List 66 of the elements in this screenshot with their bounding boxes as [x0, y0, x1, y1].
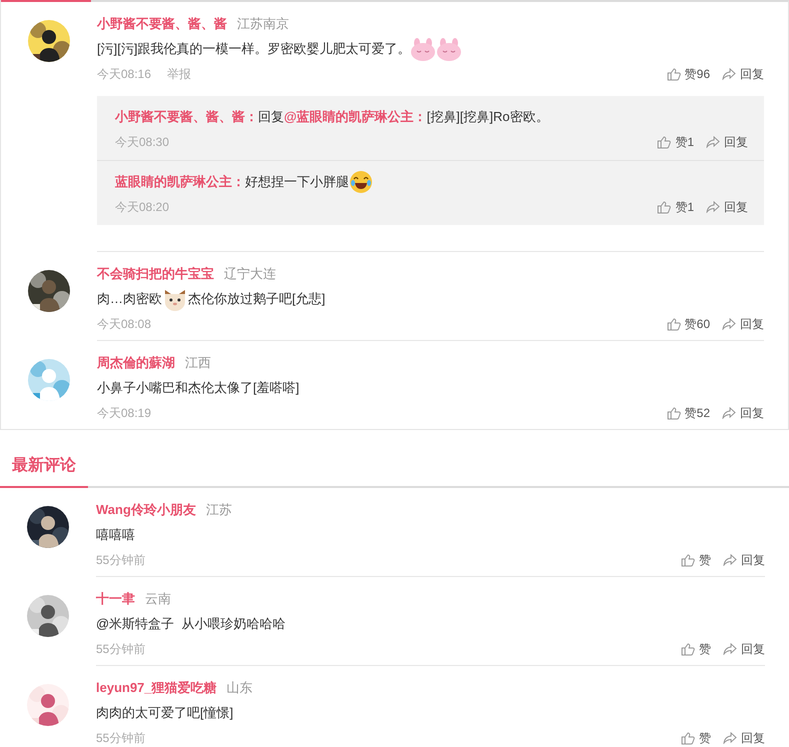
- comment-text: [挖鼻][挖鼻]Ro密欧。: [426, 108, 549, 126]
- share-arrow-icon: [722, 68, 736, 80]
- rabbit-face-icon: [436, 37, 462, 61]
- username-link[interactable]: Wang伶玲小朋友: [96, 498, 196, 522]
- share-arrow-icon: [723, 554, 737, 566]
- thumbs-up-icon: [657, 136, 672, 148]
- like-button[interactable]: 赞96: [666, 66, 710, 82]
- reply-button[interactable]: 回复: [723, 552, 765, 568]
- like-button[interactable]: 赞: [681, 640, 711, 658]
- comment-time: 今天08:20: [115, 198, 170, 216]
- rabbit-face-icon: [410, 37, 436, 61]
- location-label: 江西: [185, 354, 211, 372]
- comment-time: 55分钟前: [96, 730, 146, 746]
- reply-button[interactable]: 回复: [722, 404, 764, 422]
- like-button[interactable]: 赞1: [657, 198, 694, 216]
- location-label: 江苏: [206, 501, 232, 519]
- share-arrow-icon: [706, 136, 720, 148]
- comment-text: 小鼻子小嘴巴和杰伦太像了[羞嗒嗒]: [97, 379, 300, 397]
- comment-time: 今天08:19: [97, 404, 152, 422]
- comment-time: 今天08:16: [97, 66, 152, 82]
- reply-button[interactable]: 回复: [706, 134, 748, 150]
- reply-button[interactable]: 回复: [723, 640, 765, 658]
- comment-time: 55分钟前: [96, 552, 146, 568]
- thumbs-up-icon: [666, 68, 681, 80]
- location-label: 辽宁大连: [224, 265, 276, 283]
- location-label: 江苏南京: [237, 15, 289, 33]
- comment-text: 肉…肉密欧: [97, 290, 162, 308]
- comment-time: 今天08:30: [115, 134, 170, 150]
- share-arrow-icon: [706, 201, 720, 213]
- location-label: 云南: [145, 590, 171, 608]
- like-button[interactable]: 赞60: [666, 316, 710, 332]
- laughing-face-icon: [349, 170, 373, 194]
- share-arrow-icon: [723, 732, 737, 744]
- share-arrow-icon: [722, 407, 736, 419]
- username-link[interactable]: leyun97_狸猫爱吃糖: [96, 676, 217, 700]
- username-link[interactable]: 十一聿: [96, 587, 135, 611]
- reply-button[interactable]: 回复: [722, 66, 764, 82]
- share-arrow-icon: [722, 318, 736, 330]
- username-link[interactable]: 周杰倫的蘇湖: [97, 351, 175, 375]
- thumbs-up-icon: [681, 732, 695, 744]
- comment-text: 回复: [258, 108, 284, 126]
- like-button[interactable]: 赞1: [657, 134, 694, 150]
- comment-text: 嘻嘻嘻: [96, 526, 135, 544]
- thumbs-up-icon: [657, 200, 672, 214]
- thumbs-up-icon: [666, 406, 681, 420]
- comment-text: @米斯特盒子 从小喂珍奶哈哈哈: [96, 615, 286, 633]
- comment-text: 杰伦你放过鹅子吧[允悲]: [188, 290, 326, 308]
- like-button[interactable]: 赞: [681, 552, 711, 568]
- reply-button[interactable]: 回复: [706, 198, 748, 216]
- reply-button[interactable]: 回复: [722, 316, 764, 332]
- username-link[interactable]: 小野酱不要酱、酱、酱: [97, 12, 227, 36]
- comment-text: 好想捏一下小胖腿: [245, 173, 349, 191]
- like-button[interactable]: 赞52: [666, 404, 710, 422]
- thumbs-up-icon: [681, 554, 695, 566]
- like-button[interactable]: 赞: [681, 730, 711, 746]
- thumbs-up-icon: [681, 642, 695, 656]
- section-title: 最新评论: [0, 452, 88, 488]
- username-link[interactable]: 不会骑扫把的牛宝宝: [97, 262, 214, 286]
- share-arrow-icon: [723, 643, 737, 655]
- comment-text: [污][污]跟我伦真的一模一样。罗密欧婴儿肥太可爱了。: [97, 40, 410, 58]
- comment-time: 今天08:08: [97, 316, 152, 332]
- reply-button[interactable]: 回复: [723, 730, 765, 746]
- comment-time: 55分钟前: [96, 640, 146, 658]
- comment-text: 肉肉的太可爱了吧[憧憬]: [96, 704, 234, 722]
- location-label: 山东: [226, 679, 253, 697]
- thumbs-up-icon: [666, 318, 681, 330]
